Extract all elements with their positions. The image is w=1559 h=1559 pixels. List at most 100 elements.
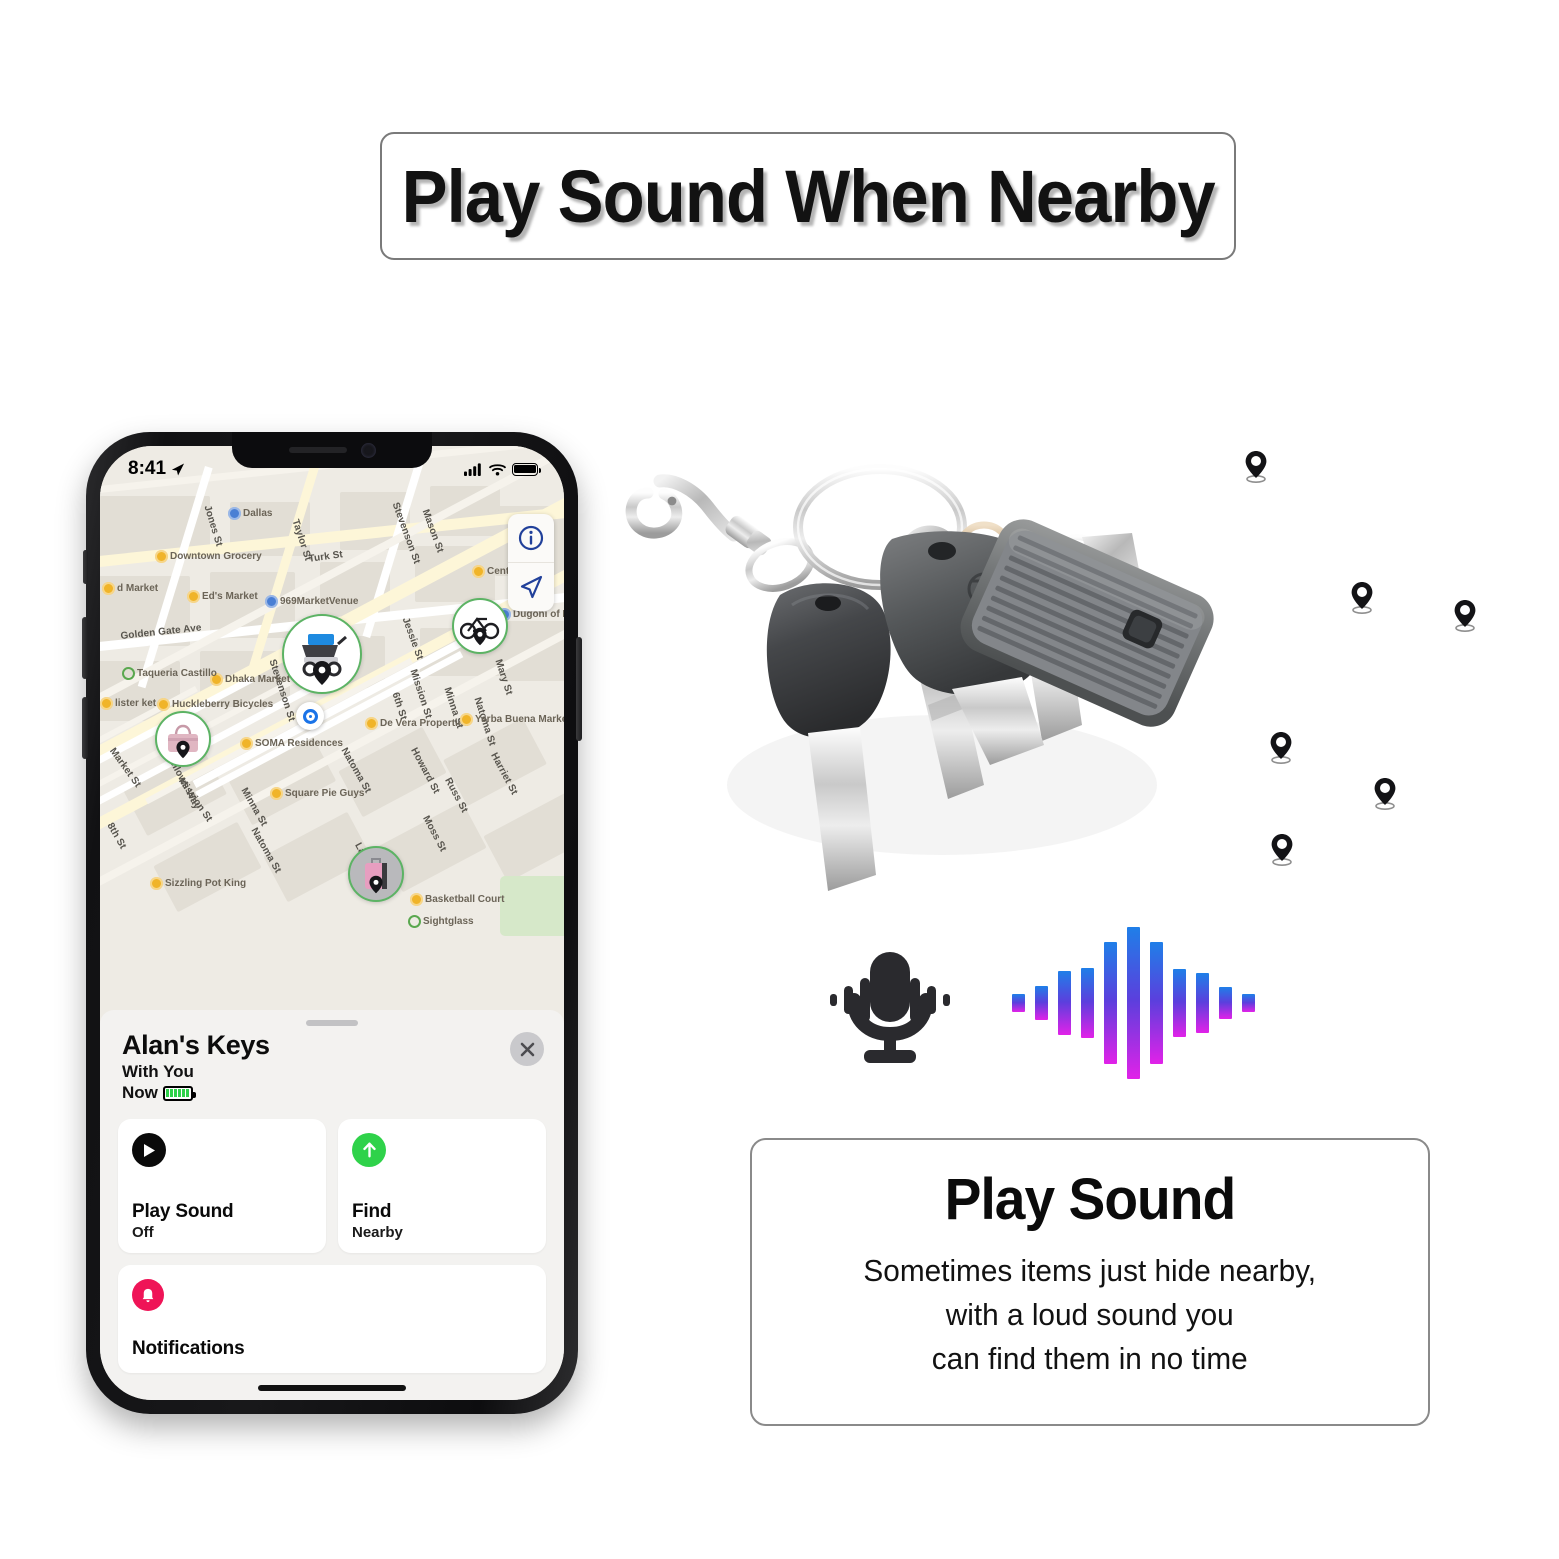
item-status: With You [122, 1062, 194, 1082]
map-poi-label[interactable]: De Vera Properties [380, 718, 469, 729]
caption-line-1: Sometimes items just hide nearby, [863, 1253, 1317, 1288]
power-button[interactable] [576, 637, 582, 741]
play-sound-tile[interactable]: Play Sound Off [118, 1119, 326, 1254]
map-poi-dot[interactable] [157, 698, 170, 711]
notifications-card[interactable]: Notifications [118, 1265, 546, 1374]
map-pin-badge-icon [176, 740, 190, 759]
map-poi-dot[interactable] [460, 713, 473, 726]
map-poi-dot[interactable] [472, 565, 485, 578]
navigation-arrow-icon [520, 575, 543, 599]
wifi-icon [489, 463, 506, 476]
bell-icon [132, 1279, 164, 1312]
map-poi-label[interactable]: Sizzling Pot King [165, 878, 246, 889]
play-sound-label: Play Sound [132, 1200, 234, 1222]
item-detail-sheet: Alan's Keys With You Now Play Sound Off … [100, 1010, 564, 1400]
map-poi-label[interactable]: Basketball Court [425, 894, 504, 905]
map-street-label: 8th St [104, 821, 129, 852]
map-poi-label[interactable]: Dhaka Market [225, 674, 290, 685]
earpiece-speaker [288, 447, 347, 453]
volume-down-button[interactable] [82, 697, 88, 759]
map-poi-label[interactable]: Ed's Market [202, 591, 258, 602]
waveform-bar [1196, 973, 1209, 1033]
waveform-bar [1242, 994, 1255, 1012]
map-item-bicycle[interactable] [452, 598, 508, 654]
map-poi-label[interactable]: lister ket [115, 698, 156, 709]
battery-full-icon [512, 462, 542, 476]
play-circle-icon [132, 1133, 166, 1168]
map-poi-label[interactable]: 969MarketVenue [280, 596, 358, 607]
map-poi-label[interactable]: Huckleberry Bicycles [172, 699, 273, 710]
map-poi-dot[interactable] [102, 582, 115, 595]
map-poi-label[interactable]: d Market [117, 583, 158, 594]
map-locate-button[interactable] [508, 562, 554, 611]
location-pin-icon [1349, 580, 1375, 619]
caption-line-2: with a loud sound you [946, 1297, 1234, 1333]
map-poi-dot[interactable] [265, 595, 278, 608]
location-pin-icon [1243, 449, 1269, 488]
map-item-luggage[interactable] [348, 846, 404, 902]
volume-up-button[interactable] [82, 617, 88, 679]
waveform-bar [1012, 994, 1025, 1012]
waveform-bar [1104, 942, 1117, 1064]
caption-line-3: can find them in no time [932, 1341, 1248, 1377]
location-pin-icon [1452, 598, 1478, 637]
find-label: Find [352, 1200, 392, 1222]
map-poi-label[interactable]: Taqueria Castillo [137, 668, 217, 679]
keys-with-tracker-photo [612, 455, 1302, 895]
map-pin-badge-icon [369, 875, 383, 894]
map-info-button[interactable] [508, 514, 554, 562]
map-item-stroller[interactable] [282, 614, 362, 694]
map-poi-label[interactable]: Dallas [243, 508, 272, 519]
arrow-up-circle-icon [352, 1133, 386, 1168]
item-status-time: Now [122, 1083, 158, 1103]
location-pin-icon [1372, 776, 1398, 815]
close-sheet-button[interactable] [510, 1032, 544, 1066]
waveform-bar [1127, 927, 1140, 1079]
silent-switch[interactable] [83, 550, 88, 584]
map-street-label: 6th St [389, 691, 409, 722]
map-poi-dot[interactable] [240, 737, 253, 750]
map-pin-badge-icon [313, 661, 331, 685]
info-circle-icon [518, 525, 544, 551]
map-poi-dot[interactable] [270, 787, 283, 800]
status-time: 8:41 [128, 458, 167, 479]
notifications-label: Notifications [132, 1337, 245, 1359]
find-tile[interactable]: Find Nearby [338, 1119, 546, 1254]
map-poi-dot[interactable] [150, 877, 163, 890]
audio-waveform-icon [1008, 925, 1260, 1085]
map-poi-dot[interactable] [100, 697, 113, 710]
map-poi-dot[interactable] [410, 893, 423, 906]
map-pin-badge-icon [473, 627, 487, 646]
front-camera [360, 442, 376, 458]
battery-full-green-icon [162, 1085, 196, 1101]
map-poi-label[interactable]: Downtown Grocery [170, 551, 262, 562]
phone-notch [232, 432, 432, 468]
map-poi-label[interactable]: Sightglass [423, 916, 474, 927]
map-poi-label[interactable]: SOMA Residences [255, 738, 343, 749]
map-item-handbag[interactable] [155, 711, 211, 767]
location-pin-icon [1268, 730, 1294, 769]
map-poi-dot[interactable] [228, 507, 241, 520]
map-view[interactable]: Taylor St Mason St Turk St Golden Gate Ave J… [100, 446, 564, 1046]
close-icon [520, 1042, 534, 1056]
waveform-bar [1219, 987, 1232, 1019]
sheet-grabber[interactable] [306, 1020, 358, 1026]
page-title-banner: Play Sound When Nearby [380, 132, 1236, 260]
map-poi-label[interactable]: Square Pie Guys [285, 788, 364, 799]
phone-mockup: Taylor St Mason St Turk St Golden Gate Ave J… [82, 432, 582, 1414]
action-tiles: Play Sound Off Find Nearby [118, 1119, 546, 1254]
waveform-bar [1035, 986, 1048, 1020]
location-arrow-icon [171, 463, 185, 475]
map-poi-label[interactable]: Yerba Buena Market [475, 714, 564, 725]
map-poi-dot[interactable] [187, 590, 200, 603]
map-poi-dot[interactable] [365, 717, 378, 730]
play-sound-value: Off [132, 1224, 154, 1242]
home-indicator[interactable] [258, 1385, 406, 1391]
map-poi-dot[interactable] [155, 550, 168, 563]
map-poi-dot[interactable] [122, 667, 135, 680]
waveform-bar [1081, 968, 1094, 1038]
caption-body: Sometimes items just hide nearby, with a… [864, 1249, 1317, 1381]
waveform-bar [1173, 969, 1186, 1037]
map-poi-dot[interactable] [408, 915, 421, 928]
map-controls [508, 514, 554, 611]
